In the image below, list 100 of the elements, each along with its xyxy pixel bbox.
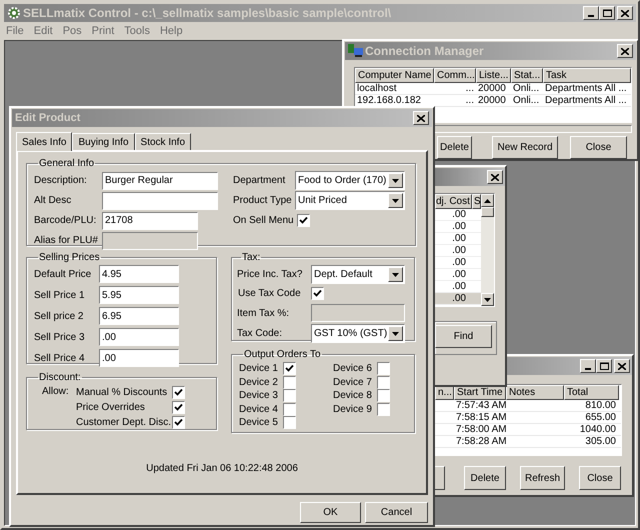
column-header[interactable]: Liste... <box>476 68 511 83</box>
column-header[interactable]: Stat... <box>511 68 543 83</box>
table-row[interactable]: .00 <box>435 257 481 269</box>
dropdown[interactable]: Food to Order (170) <box>295 171 405 190</box>
push-button[interactable]: Delete <box>464 466 506 490</box>
field-label: Sell Price 1 <box>34 288 86 302</box>
field-label: Customer Dept. Disc. <box>76 416 172 430</box>
group-title: Output Orders To <box>243 348 322 362</box>
field-label: Barcode/PLU: <box>34 214 98 228</box>
text-field[interactable]: 21708 <box>102 212 198 230</box>
column-header[interactable]: Total <box>564 385 619 400</box>
minimize-button[interactable] <box>583 6 599 20</box>
push-button[interactable] <box>434 466 445 490</box>
field-label: Manual % Discounts <box>76 386 168 400</box>
text-field[interactable]: 6.95 <box>99 307 179 325</box>
push-button[interactable]: Delete <box>437 136 472 159</box>
push-button[interactable]: Cancel <box>365 502 428 523</box>
field-label: Device 6 <box>333 362 373 376</box>
table-cell-text: ... <box>464 83 475 94</box>
checkbox[interactable] <box>172 400 185 414</box>
checkbox[interactable] <box>283 362 296 376</box>
close-button[interactable] <box>487 170 503 184</box>
table-row[interactable]: .00 <box>435 281 481 293</box>
check-icon <box>313 289 322 298</box>
text-field[interactable]: .00 <box>99 328 179 346</box>
tab[interactable]: Stock Info <box>134 133 191 150</box>
table-row[interactable]: .00 <box>435 233 481 245</box>
column-header[interactable]: dj. Cost <box>435 194 472 209</box>
table-row[interactable]: .00 <box>435 221 481 233</box>
minimize-button[interactable] <box>580 359 596 373</box>
field-label: Sell Price 4 <box>34 352 86 366</box>
table-row[interactable]: .00 <box>435 269 481 281</box>
field-label: Alt Desc <box>34 194 72 208</box>
column-header[interactable]: Task <box>543 68 631 83</box>
window-title: Edit Product <box>15 110 82 126</box>
column-header[interactable]: Notes <box>506 385 564 400</box>
push-button[interactable]: Find <box>435 325 492 348</box>
checkbox[interactable] <box>172 416 185 428</box>
window-title: Connection Manager <box>365 43 485 60</box>
close-button[interactable] <box>614 359 630 373</box>
field-label: Allow: <box>41 385 70 399</box>
checkbox[interactable] <box>377 362 390 376</box>
field-label: Device 5 <box>239 416 279 430</box>
table-row[interactable]: .00 <box>435 209 481 221</box>
close-icon <box>621 48 629 54</box>
checkbox[interactable] <box>283 376 296 389</box>
field-label: Price Overrides <box>76 400 146 414</box>
up-arrow-icon <box>484 198 491 202</box>
field-label: Department <box>233 174 286 188</box>
push-button[interactable]: Close <box>579 466 621 490</box>
text-field[interactable] <box>102 192 218 210</box>
gear-icon <box>7 6 21 20</box>
maximize-button[interactable] <box>599 6 615 20</box>
push-button[interactable]: Close <box>570 136 627 159</box>
field-label: Item Tax %: <box>237 306 290 320</box>
push-button[interactable]: Refresh <box>520 466 565 490</box>
checkbox[interactable] <box>172 386 185 398</box>
text-field[interactable]: Burger Regular <box>102 172 218 190</box>
scroll-thumb[interactable] <box>481 207 494 217</box>
table-cell-text: 7:58:00 AM <box>455 424 506 435</box>
push-button[interactable]: OK <box>300 502 361 523</box>
scrollbar[interactable] <box>481 194 494 306</box>
table-cell-text: Onli... <box>512 83 540 94</box>
table-cell-text: 7:58:15 AM <box>455 412 506 423</box>
field-label: Device 9 <box>333 402 373 417</box>
checkbox[interactable] <box>377 376 390 389</box>
maximize-button[interactable] <box>596 359 612 373</box>
table-cell-text: ... <box>464 95 475 106</box>
push-button[interactable]: New Record <box>492 136 558 159</box>
field-label: Default Price <box>34 268 92 282</box>
table-cell-text: 7:58:28 AM <box>455 436 506 447</box>
text-field[interactable]: .00 <box>99 349 179 367</box>
field-label: Device 4 <box>239 402 279 417</box>
close-button[interactable] <box>617 6 633 20</box>
dropdown[interactable]: GST 10% (GST) <box>311 324 405 343</box>
checkbox[interactable] <box>311 287 324 300</box>
text-field[interactable]: 4.95 <box>99 265 179 283</box>
field-label: Use Tax Code <box>237 287 302 301</box>
close-icon <box>417 114 425 122</box>
close-button[interactable] <box>413 111 429 125</box>
table-cell-text: Onli... <box>512 95 540 106</box>
close-button[interactable] <box>617 44 633 58</box>
field-label: Sell Price 3 <box>34 330 86 344</box>
table-row[interactable]: .00 <box>435 293 481 305</box>
checkbox[interactable] <box>296 214 310 227</box>
column-header[interactable]: Comm... <box>434 68 476 83</box>
dropdown[interactable]: Unit Priced <box>295 191 405 210</box>
tab[interactable]: Sales Info <box>16 132 72 151</box>
checkbox[interactable] <box>377 402 390 416</box>
text-field[interactable]: 5.95 <box>99 286 179 304</box>
checkbox[interactable] <box>283 389 296 402</box>
table-cell-text: 655.00 <box>584 412 617 423</box>
checkbox[interactable] <box>377 389 390 402</box>
dropdown[interactable]: Dept. Default <box>311 265 405 284</box>
checkbox[interactable] <box>283 402 296 416</box>
checkbox[interactable] <box>283 416 296 430</box>
tab[interactable]: Buying Info <box>72 133 135 150</box>
table-row[interactable]: .00 <box>435 245 481 257</box>
table-cell-text: 305.00 <box>584 436 617 447</box>
column-header[interactable]: Computer Name <box>355 68 434 83</box>
